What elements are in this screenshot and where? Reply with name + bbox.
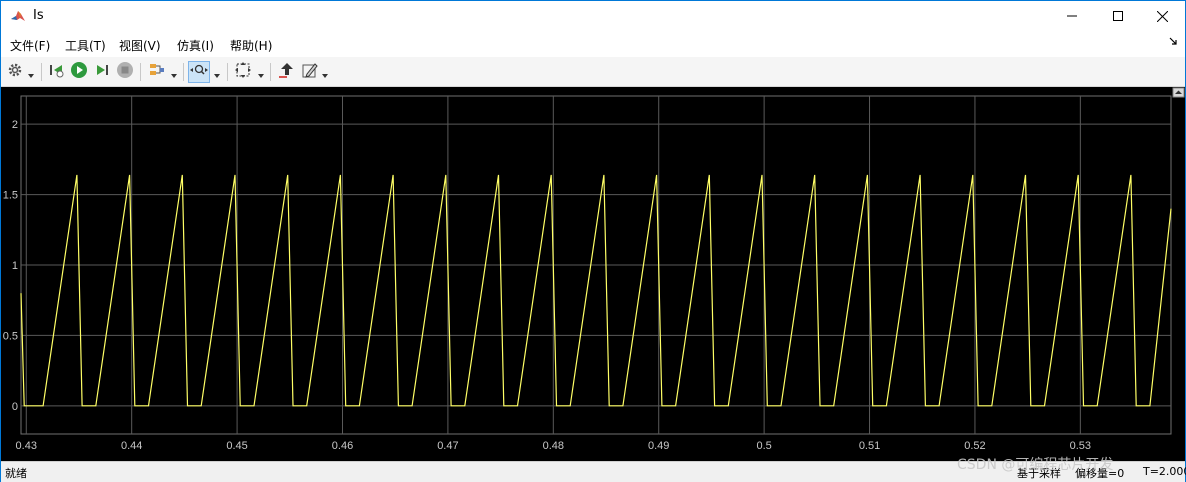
minimize-button[interactable]	[1049, 1, 1095, 31]
chevron-down-icon	[214, 63, 220, 82]
cursor-icon	[277, 61, 295, 83]
maximize-button[interactable]	[1095, 1, 1141, 31]
title-bar[interactable]: Is	[1, 1, 1185, 31]
window-title: Is	[33, 8, 44, 23]
style-dropdown[interactable]	[321, 66, 329, 78]
close-button[interactable]	[1139, 1, 1185, 31]
scope-window: Is 文件(F) 工具(T) 视图(V) 仿真(I) 帮助(H) 0.43 0.…	[0, 0, 1186, 482]
fit-button[interactable]	[232, 61, 254, 83]
step-forward-icon	[93, 61, 111, 83]
toolbar	[1, 57, 1185, 87]
y-tick-label: 2	[12, 119, 18, 131]
dock-arrow-icon[interactable]	[1169, 37, 1177, 48]
zoom-icon	[189, 62, 209, 82]
y-tick-label: 1.5	[3, 190, 18, 202]
menu-help[interactable]: 帮助(H)	[230, 37, 272, 54]
stop-button[interactable]	[114, 61, 136, 83]
x-tick-label: 0.45	[226, 440, 247, 452]
play-icon	[70, 61, 88, 83]
toolbar-separator	[140, 63, 141, 81]
cursor-button[interactable]	[275, 61, 297, 83]
step-forward-button[interactable]	[91, 61, 113, 83]
highlight-button[interactable]	[146, 61, 168, 83]
matlab-logo-icon	[10, 8, 26, 24]
y-tick-label: 1	[12, 260, 18, 272]
settings-dropdown[interactable]	[27, 66, 35, 78]
chevron-down-icon	[322, 63, 328, 82]
highlight-icon	[148, 61, 166, 83]
close-icon	[1156, 10, 1168, 22]
x-tick-label: 0.49	[648, 440, 669, 452]
pencil-icon	[301, 61, 319, 83]
gear-icon	[7, 62, 23, 82]
chevron-down-icon	[258, 63, 264, 82]
menu-view[interactable]: 视图(V)	[119, 37, 161, 54]
status-time: T=2.000	[1143, 465, 1186, 478]
run-button[interactable]	[68, 61, 90, 83]
toolbar-separator	[183, 63, 184, 81]
toolbar-separator	[270, 63, 271, 81]
chevron-down-icon	[28, 63, 34, 82]
step-back-button[interactable]	[46, 61, 68, 83]
watermark: CSDN @可编程芯片开发	[957, 457, 1114, 473]
menu-tools[interactable]: 工具(T)	[65, 37, 106, 54]
plot-area[interactable]: 0.43 0.44 0.45 0.46 0.47 0.48 0.49 0.5 0.51 0.52 0…	[1, 87, 1185, 461]
toolbar-separator	[41, 63, 42, 81]
status-ready: 就绪	[5, 467, 27, 480]
zoom-button[interactable]	[188, 61, 210, 83]
menu-simulation[interactable]: 仿真(I)	[177, 37, 214, 54]
highlight-dropdown[interactable]	[170, 66, 178, 78]
menu-file[interactable]: 文件(F)	[10, 37, 50, 54]
x-tick-label: 0.43	[16, 440, 37, 452]
x-tick-label: 0.44	[121, 440, 142, 452]
fit-dropdown[interactable]	[257, 66, 265, 78]
x-tick-label: 0.47	[437, 440, 458, 452]
x-tick-label: 0.52	[964, 440, 985, 452]
y-tick-label: 0.5	[3, 330, 18, 342]
stop-icon	[116, 61, 134, 83]
minimize-icon	[1067, 11, 1077, 21]
x-tick-label: 0.46	[332, 440, 353, 452]
x-tick-label: 0.5	[756, 440, 771, 452]
style-button[interactable]	[299, 61, 321, 83]
step-back-icon	[48, 61, 66, 83]
maximize-icon	[1113, 11, 1123, 21]
x-tick-label: 0.48	[543, 440, 564, 452]
scope-plot[interactable]: 0.43 0.44 0.45 0.46 0.47 0.48 0.49 0.5 0.51 0.52 0…	[1, 87, 1185, 461]
y-tick-label: 0	[12, 401, 18, 413]
chevron-down-icon	[171, 63, 177, 82]
fit-icon	[234, 61, 252, 83]
x-tick-label: 0.53	[1070, 440, 1091, 452]
toolbar-separator	[227, 63, 228, 81]
menu-bar: 文件(F) 工具(T) 视图(V) 仿真(I) 帮助(H)	[1, 31, 1185, 57]
x-tick-label: 0.51	[859, 440, 880, 452]
zoom-dropdown[interactable]	[213, 66, 221, 78]
autoscale-icon[interactable]	[1172, 87, 1185, 98]
settings-button[interactable]	[4, 61, 26, 83]
